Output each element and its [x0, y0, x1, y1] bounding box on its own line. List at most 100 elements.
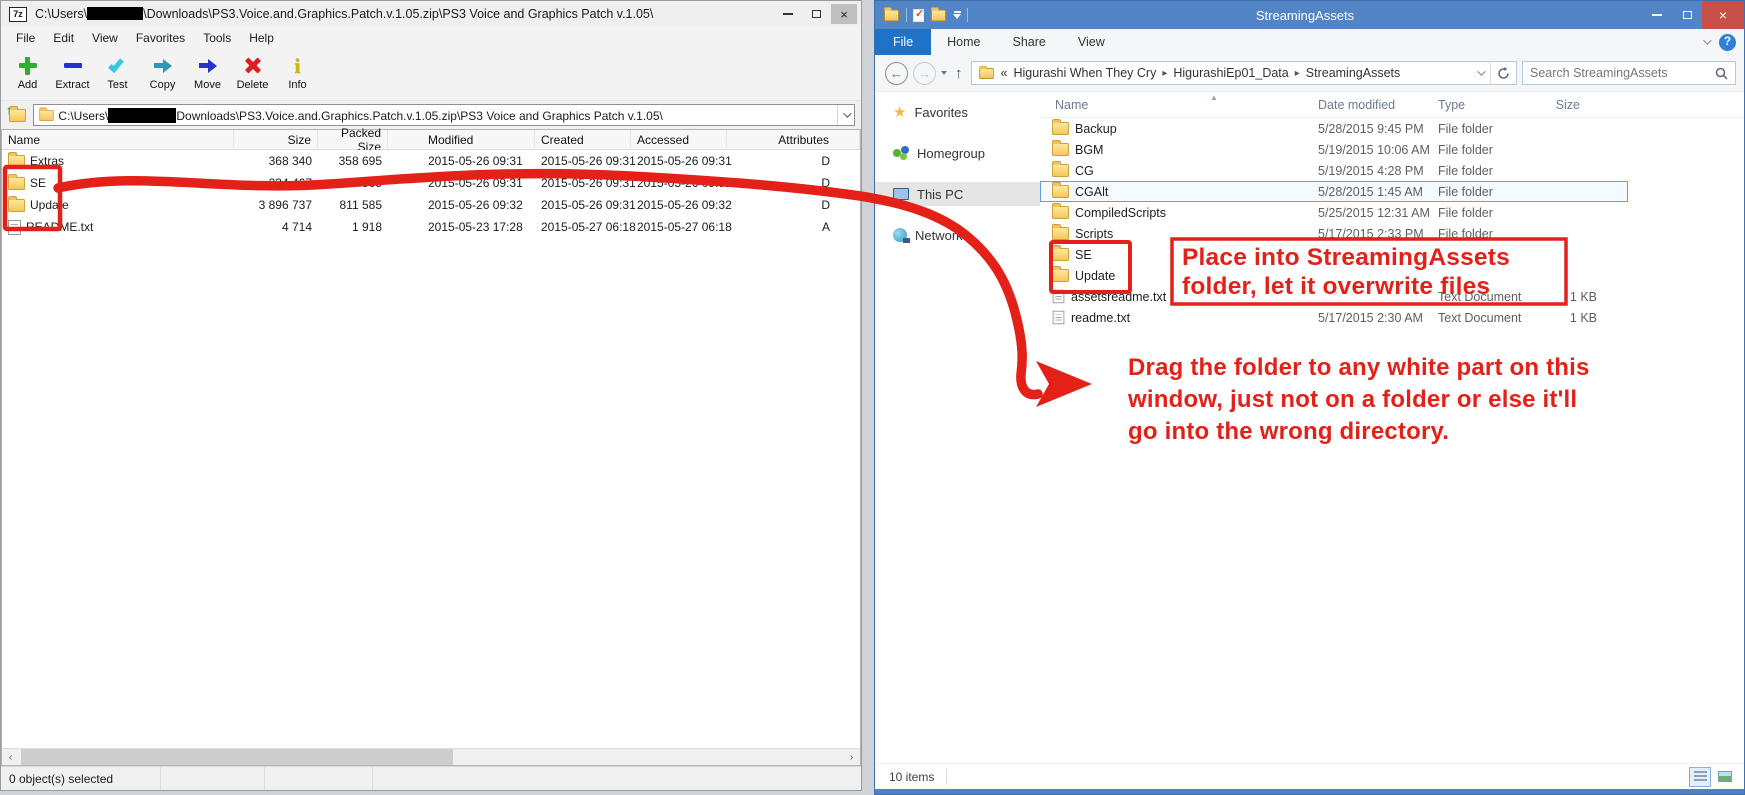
- sidebar-item-favorites[interactable]: ★Favorites: [875, 100, 1040, 124]
- list-item[interactable]: Update: [1040, 265, 1744, 286]
- table-row[interactable]: README.txt 4 714 1 918 2015-05-23 17:28 …: [2, 216, 860, 238]
- column-header-created[interactable]: Created: [535, 130, 631, 149]
- scrollbar-track[interactable]: [19, 749, 843, 765]
- breadcrumb-item[interactable]: StreamingAssets: [1306, 66, 1400, 80]
- sidebar-item-homegroup[interactable]: Homegroup: [875, 141, 1040, 165]
- details-view-button[interactable]: [1689, 767, 1711, 787]
- table-row[interactable]: SE 234 467 214 565 2015-05-26 09:31 2015…: [2, 172, 860, 194]
- copy-button[interactable]: Copy: [140, 52, 185, 91]
- file-type: Text Document: [1434, 311, 1541, 325]
- 7zip-file-panel: Name Size Packed Size Modified Created A…: [1, 129, 861, 766]
- tab-home[interactable]: Home: [931, 29, 996, 55]
- menu-view[interactable]: View: [83, 28, 127, 48]
- column-header-packed-size[interactable]: Packed Size: [318, 130, 388, 149]
- list-item[interactable]: readme.txt 5/17/2015 2:30 AM Text Docume…: [1040, 307, 1744, 328]
- breadcrumb-item[interactable]: Higurashi When They Cry: [1013, 66, 1156, 80]
- up-one-level-button[interactable]: ↑: [5, 104, 29, 126]
- column-header-date-modified[interactable]: Date modified: [1310, 98, 1434, 112]
- table-row[interactable]: Extras 368 340 358 695 2015-05-26 09:31 …: [2, 150, 860, 172]
- 7zip-menu-bar: File Edit View Favorites Tools Help: [1, 27, 861, 49]
- delete-button[interactable]: Delete: [230, 52, 275, 91]
- tab-share[interactable]: Share: [997, 29, 1062, 55]
- back-button[interactable]: ←: [885, 62, 908, 85]
- info-icon: i: [295, 56, 301, 76]
- column-header-name[interactable]: Name: [1040, 98, 1310, 112]
- ribbon-tabs: File Home Share View ?: [875, 29, 1744, 55]
- address-dropdown-button[interactable]: [837, 105, 854, 125]
- column-header-accessed[interactable]: Accessed: [631, 130, 727, 149]
- move-button[interactable]: Move: [185, 52, 230, 91]
- close-button[interactable]: ×: [831, 4, 857, 24]
- sidebar-item-this-pc[interactable]: This PC: [875, 182, 1040, 206]
- column-header-size[interactable]: Size: [1541, 98, 1625, 112]
- list-item[interactable]: CG 5/19/2015 4:28 PM File folder: [1040, 160, 1744, 181]
- qat-properties-icon[interactable]: [913, 9, 924, 22]
- column-header-name[interactable]: Name: [2, 130, 234, 149]
- forward-button[interactable]: →: [913, 62, 936, 85]
- qat-new-folder-icon[interactable]: [931, 9, 946, 21]
- file-icon: [1053, 311, 1065, 325]
- maximize-button[interactable]: [803, 4, 829, 24]
- minimize-button[interactable]: [1642, 1, 1672, 29]
- minimize-button[interactable]: [775, 4, 801, 24]
- explorer-app-icon: [884, 9, 899, 21]
- network-icon: [893, 228, 907, 242]
- list-item-selected[interactable]: CGAlt 5/28/2015 1:45 AM File folder: [1040, 181, 1628, 202]
- chevron-down-icon: [843, 109, 851, 117]
- file-date: 5/17/2015 2:30 AM: [1310, 311, 1434, 325]
- address-dropdown-icon[interactable]: [1470, 70, 1490, 76]
- menu-favorites[interactable]: Favorites: [127, 28, 194, 48]
- tab-file[interactable]: File: [875, 29, 931, 55]
- list-item[interactable]: Scripts 5/17/2015 2:33 PM File folder: [1040, 223, 1744, 244]
- qat-customize-icon[interactable]: [953, 11, 961, 19]
- file-type: File folder: [1434, 185, 1541, 199]
- menu-file[interactable]: File: [7, 28, 44, 48]
- file-size: 4 714: [234, 220, 318, 234]
- redacted-username: [108, 108, 176, 123]
- list-item[interactable]: SE: [1040, 244, 1744, 265]
- explorer-window: StreamingAssets × File Home Share View ?…: [874, 0, 1745, 795]
- recent-locations-dropdown-icon[interactable]: [941, 71, 947, 75]
- refresh-button[interactable]: [1490, 62, 1516, 84]
- info-button[interactable]: iInfo: [275, 52, 320, 91]
- file-date: 5/19/2015 10:06 AM: [1310, 143, 1434, 157]
- menu-tools[interactable]: Tools: [194, 28, 240, 48]
- breadcrumb-item[interactable]: HigurashiEp01_Data: [1173, 66, 1288, 80]
- search-input[interactable]: Search StreamingAssets: [1522, 61, 1736, 85]
- help-button[interactable]: ?: [1719, 34, 1736, 51]
- search-placeholder: Search StreamingAssets: [1530, 66, 1715, 80]
- address-bar[interactable]: « Higurashi When They Cry ▸ HigurashiEp0…: [971, 61, 1518, 85]
- list-item[interactable]: assetsreadme.txt Text Document 1 KB: [1040, 286, 1744, 307]
- address-combobox[interactable]: C:\Users\Downloads\PS3.Voice.and.Graphic…: [33, 104, 855, 126]
- scroll-left-icon[interactable]: ‹: [2, 749, 19, 766]
- list-item[interactable]: BGM 5/19/2015 10:06 AM File folder: [1040, 139, 1744, 160]
- column-header-modified[interactable]: Modified: [388, 130, 535, 149]
- menu-edit[interactable]: Edit: [44, 28, 83, 48]
- file-type: File folder: [1434, 122, 1541, 136]
- column-header-size[interactable]: Size: [234, 130, 318, 149]
- folder-icon: [1052, 269, 1069, 282]
- thumbnails-view-button[interactable]: [1714, 767, 1736, 787]
- copy-icon: [154, 59, 172, 73]
- sidebar-item-network[interactable]: Network: [875, 223, 1040, 247]
- list-item[interactable]: CompiledScripts 5/25/2015 12:31 AM File …: [1040, 202, 1744, 223]
- maximize-button[interactable]: [1672, 1, 1702, 29]
- scroll-right-icon[interactable]: ›: [843, 749, 860, 766]
- breadcrumb-overflow-icon[interactable]: «: [1001, 66, 1008, 80]
- ribbon-expand-icon[interactable]: [1703, 36, 1711, 44]
- horizontal-scrollbar[interactable]: ‹ ›: [2, 748, 860, 765]
- window-bottom-border: [875, 789, 1744, 794]
- extract-button[interactable]: Extract: [50, 52, 95, 91]
- tab-view[interactable]: View: [1062, 29, 1121, 55]
- table-row[interactable]: Update 3 896 737 811 585 2015-05-26 09:3…: [2, 194, 860, 216]
- list-item[interactable]: Backup 5/28/2015 9:45 PM File folder: [1040, 118, 1744, 139]
- column-header-type[interactable]: Type: [1434, 98, 1541, 112]
- scrollbar-thumb[interactable]: [21, 749, 453, 765]
- close-button[interactable]: ×: [1702, 1, 1744, 29]
- column-header-attributes[interactable]: Attributes: [727, 130, 860, 149]
- test-button[interactable]: Test: [95, 52, 140, 91]
- menu-help[interactable]: Help: [240, 28, 283, 48]
- breadcrumb-separator-icon: ▸: [1162, 68, 1167, 79]
- add-button[interactable]: Add: [5, 52, 50, 91]
- up-button[interactable]: ↑: [952, 65, 966, 82]
